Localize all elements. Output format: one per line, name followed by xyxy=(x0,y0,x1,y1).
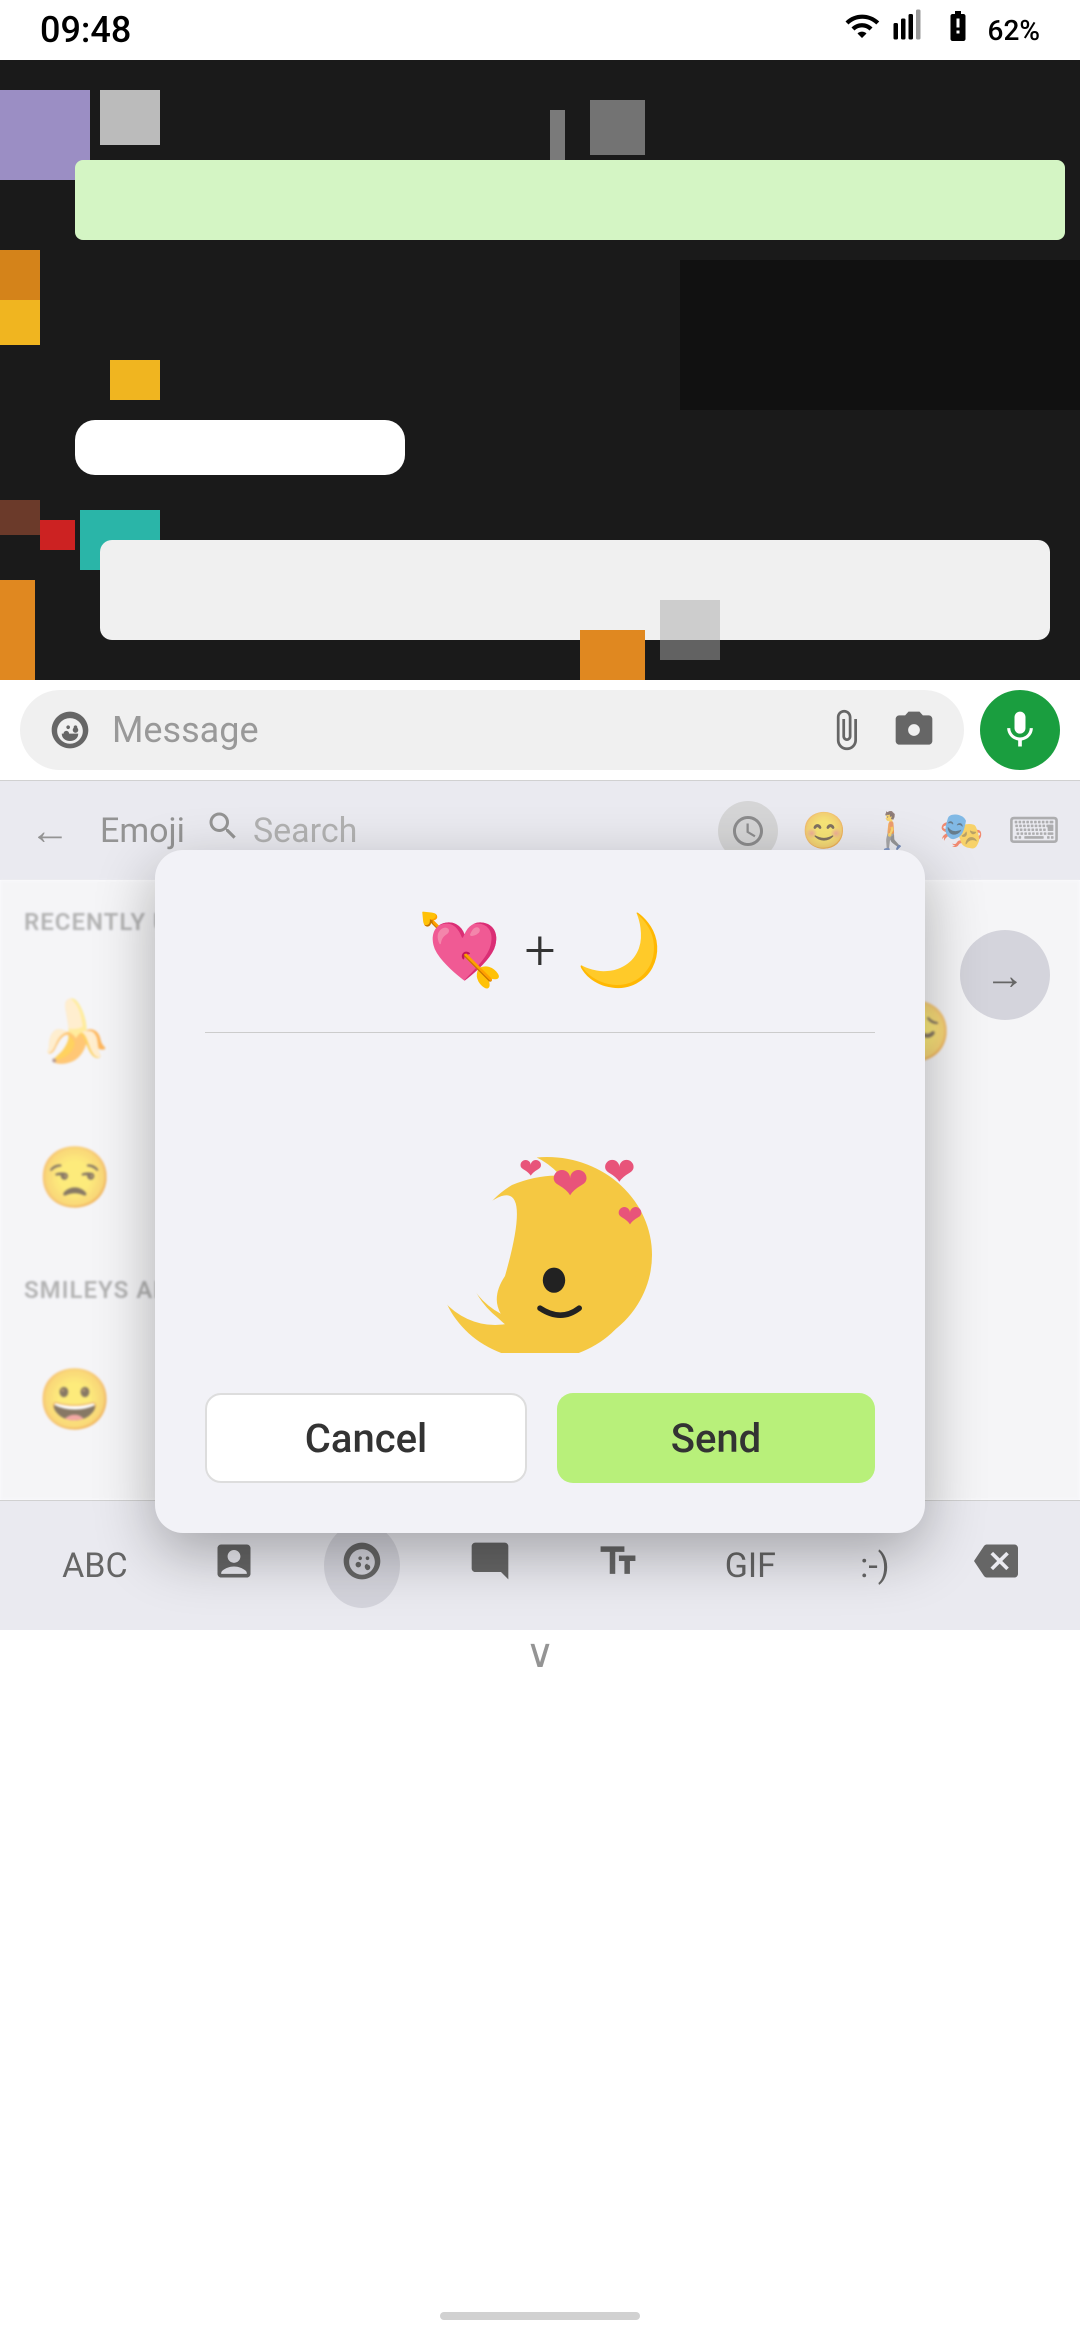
combo-header-row: 💘 + 🌙 xyxy=(417,910,662,992)
combo-plus-sign: + xyxy=(524,919,555,983)
message-input-container[interactable]: Message xyxy=(20,690,964,770)
status-time: 09:48 xyxy=(40,9,131,51)
signal-icon xyxy=(892,8,928,52)
combo-source-emoji: 💘 xyxy=(417,910,504,992)
chat-area xyxy=(0,60,1080,680)
mic-button[interactable] xyxy=(980,690,1060,770)
svg-text:❤: ❤ xyxy=(551,1157,589,1210)
message-placeholder[interactable]: Message xyxy=(112,709,804,751)
combo-cancel-button[interactable]: Cancel xyxy=(205,1393,527,1483)
status-bar: 09:48 62% xyxy=(0,0,1080,60)
battery-percentage: 62% xyxy=(988,14,1040,47)
combo-modifier-emoji: 🌙 xyxy=(576,910,663,992)
chat-message-bubble-2 xyxy=(100,540,1050,640)
combo-send-button[interactable]: Send xyxy=(557,1393,875,1483)
chat-message-bubble-1 xyxy=(75,420,405,475)
svg-text:❤: ❤ xyxy=(603,1149,636,1195)
combo-result-emoji: ❤ ❤ ❤ ❤ xyxy=(390,1073,690,1353)
emoji-combo-dialog: 💘 + 🌙 ❤ ❤ ❤ ❤ Cancel Se xyxy=(155,850,925,1533)
dialog-buttons: Cancel Send xyxy=(205,1393,875,1483)
svg-text:❤: ❤ xyxy=(617,1198,643,1235)
svg-text:❤: ❤ xyxy=(519,1152,542,1185)
status-icons: 62% xyxy=(844,8,1040,52)
battery-icon xyxy=(940,8,976,52)
message-input-bar: Message xyxy=(0,680,1080,780)
dialog-divider xyxy=(205,1032,875,1033)
message-highlight-bar xyxy=(75,160,1065,240)
attach-button[interactable] xyxy=(820,704,872,756)
emoji-toggle-button[interactable] xyxy=(44,704,96,756)
wifi-icon xyxy=(844,8,880,52)
camera-button[interactable] xyxy=(888,704,940,756)
